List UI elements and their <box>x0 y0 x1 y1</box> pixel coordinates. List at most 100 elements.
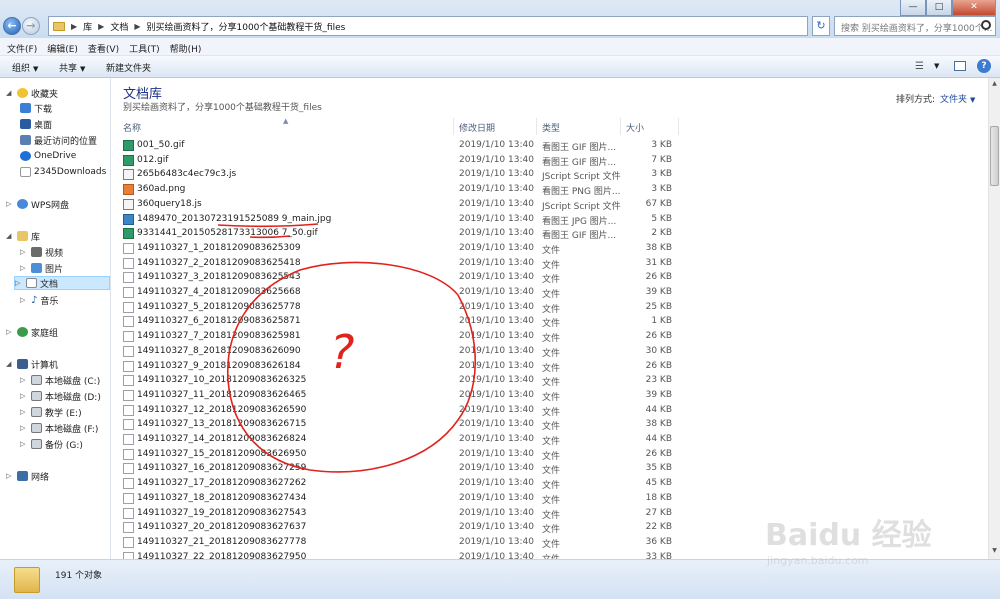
nav-downloads[interactable]: 下载 <box>20 101 52 115</box>
menu-file[interactable]: 文件(F) <box>4 38 44 55</box>
forward-button[interactable]: → <box>22 17 40 35</box>
file-row[interactable]: 149110327_9_20181209083626184 2019/1/10 1… <box>112 359 678 374</box>
nav-recent-places[interactable]: 最近访问的位置 <box>20 133 97 147</box>
expand-icon[interactable]: ▷ <box>15 279 23 287</box>
scroll-up-icon[interactable]: ▲ <box>990 80 999 90</box>
file-row[interactable]: 149110327_16_20181209083627259 2019/1/10 … <box>112 461 678 476</box>
nav-desktop[interactable]: 桌面 <box>20 117 52 131</box>
file-row[interactable]: 149110327_11_20181209083626465 2019/1/10 … <box>112 388 678 403</box>
search-input[interactable]: 搜索 别买绘画资料了，分享1000个... <box>834 16 996 36</box>
nav-drive-e[interactable]: ▷ 教学 (E:) <box>20 405 82 419</box>
scrollbar-thumb[interactable] <box>990 126 999 186</box>
menu-help[interactable]: 帮助(H) <box>167 38 209 55</box>
breadcrumb-current-folder[interactable]: 别买绘画资料了，分享1000个基础教程干货_files <box>147 20 346 33</box>
expand-icon[interactable]: ▷ <box>20 392 28 400</box>
file-row[interactable]: 001_50.gif 2019/1/10 13:40 看图王 GIF 图片... 3 … <box>112 138 678 153</box>
close-button[interactable]: ✕ <box>952 0 996 16</box>
breadcrumb-separator-icon[interactable]: ▶ <box>71 22 77 31</box>
expand-icon[interactable]: ▷ <box>6 328 14 336</box>
view-options-icon[interactable]: ☰ <box>915 61 924 72</box>
minimize-button[interactable]: — <box>900 0 926 16</box>
breadcrumb-separator-icon[interactable]: ▶ <box>134 22 140 31</box>
collapse-icon[interactable]: ◢ <box>6 360 14 368</box>
nav-drive-c[interactable]: ▷ 本地磁盘 (C:) <box>20 373 100 387</box>
address-bar[interactable]: ▶ 库 ▶ 文档 ▶ 别买绘画资料了，分享1000个基础教程干货_files <box>48 16 808 36</box>
chevron-down-icon[interactable]: ▼ <box>934 62 939 70</box>
file-row[interactable]: 265b6483c4ec79c3.js 2019/1/10 13:40 JScrip… <box>112 167 678 182</box>
vertical-scrollbar[interactable]: ▲ ▼ <box>988 78 1000 559</box>
column-divider[interactable] <box>536 118 537 135</box>
file-row[interactable]: 149110327_10_20181209083626325 2019/1/10 … <box>112 373 678 388</box>
file-row[interactable]: 149110327_4_20181209083625668 2019/1/10 1… <box>112 285 678 300</box>
nav-drive-d[interactable]: ▷ 本地磁盘 (D:) <box>20 389 101 403</box>
expand-icon[interactable]: ▷ <box>20 440 28 448</box>
file-row[interactable]: 149110327_1_20181209083625309 2019/1/10 1… <box>112 241 678 256</box>
file-row[interactable]: 149110327_13_20181209083626715 2019/1/10 … <box>112 417 678 432</box>
file-row[interactable]: 149110327_12_20181209083626590 2019/1/10 … <box>112 403 678 418</box>
nav-drive-g[interactable]: ▷ 备份 (G:) <box>20 437 83 451</box>
menu-tools[interactable]: 工具(T) <box>126 38 167 55</box>
column-divider[interactable] <box>620 118 621 135</box>
file-row[interactable]: 149110327_22_20181209083627950 2019/1/10 … <box>112 550 678 559</box>
nav-onedrive[interactable]: OneDrive <box>20 149 76 163</box>
arrange-by-dropdown[interactable]: 文件夹 ▼ <box>940 92 975 105</box>
nav-videos[interactable]: ▷ 视频 <box>20 245 63 259</box>
column-divider[interactable] <box>453 118 454 135</box>
file-row[interactable]: 149110327_15_20181209083626950 2019/1/10 … <box>112 447 678 462</box>
expand-icon[interactable]: ▷ <box>20 424 28 432</box>
nav-favorites[interactable]: ◢ 收藏夹 <box>6 86 58 100</box>
share-button[interactable]: 共享 ▼ <box>59 61 85 74</box>
maximize-button[interactable]: □ <box>926 0 952 16</box>
nav-wps-drive[interactable]: ▷ WPS网盘 <box>6 197 69 211</box>
menu-edit[interactable]: 编辑(E) <box>44 38 85 55</box>
column-header-type[interactable]: 类型 <box>542 121 560 134</box>
expand-icon[interactable]: ▷ <box>6 472 14 480</box>
file-row[interactable]: 149110327_2_20181209083625418 2019/1/10 1… <box>112 256 678 271</box>
refresh-button[interactable]: ↻ <box>812 16 830 36</box>
column-header-size[interactable]: 大小 <box>626 121 644 134</box>
back-button[interactable]: ← <box>3 17 21 35</box>
nav-2345downloads[interactable]: 2345Downloads <box>20 165 106 179</box>
expand-icon[interactable]: ▷ <box>20 248 28 256</box>
breadcrumb-separator-icon[interactable]: ▶ <box>98 22 104 31</box>
file-row[interactable]: 149110327_6_20181209083625871 2019/1/10 1… <box>112 314 678 329</box>
file-row[interactable]: 149110327_21_20181209083627778 2019/1/10 … <box>112 535 678 550</box>
expand-icon[interactable]: ▷ <box>20 264 28 272</box>
breadcrumb-library[interactable]: 库 <box>83 20 92 33</box>
column-header-date[interactable]: 修改日期 <box>459 121 495 134</box>
file-row[interactable]: 149110327_3_20181209083625543 2019/1/10 1… <box>112 270 678 285</box>
preview-pane-icon[interactable] <box>954 61 966 71</box>
search-icon[interactable] <box>981 20 991 30</box>
file-row[interactable]: 360ad.png 2019/1/10 13:40 看图王 PNG 图片... 3 K… <box>112 182 678 197</box>
expand-icon[interactable]: ▷ <box>6 200 14 208</box>
new-folder-button[interactable]: 新建文件夹 <box>106 61 151 74</box>
nav-homegroup[interactable]: ▷ 家庭组 <box>6 325 58 339</box>
organize-button[interactable]: 组织 ▼ <box>12 61 38 74</box>
nav-drive-f[interactable]: ▷ 本地磁盘 (F:) <box>20 421 98 435</box>
nav-music[interactable]: ▷ ♪ 音乐 <box>20 293 58 307</box>
file-row[interactable]: 149110327_8_20181209083626090 2019/1/10 1… <box>112 344 678 359</box>
expand-icon[interactable]: ▷ <box>20 296 28 304</box>
file-row[interactable]: 149110327_7_20181209083625981 2019/1/10 1… <box>112 329 678 344</box>
file-row[interactable]: 1489470_20130723191525089 9_main.jpg 2019… <box>112 212 678 227</box>
expand-icon[interactable]: ▷ <box>20 376 28 384</box>
column-header-name[interactable]: 名称 <box>123 121 141 134</box>
file-row[interactable]: 149110327_19_20181209083627543 2019/1/10 … <box>112 506 678 521</box>
file-row[interactable]: 9331441_20150528173313006 7_50.gif 2019/1… <box>112 226 678 241</box>
nav-computer[interactable]: ◢ 计算机 <box>6 357 58 371</box>
expand-icon[interactable]: ▷ <box>20 408 28 416</box>
collapse-icon[interactable]: ◢ <box>6 232 14 240</box>
nav-network[interactable]: ▷ 网络 <box>6 469 49 483</box>
file-row[interactable]: 149110327_18_20181209083627434 2019/1/10 … <box>112 491 678 506</box>
nav-documents[interactable]: ▷ 文档 <box>14 276 110 290</box>
menu-view[interactable]: 查看(V) <box>85 38 126 55</box>
help-icon[interactable]: ? <box>977 59 991 73</box>
file-row[interactable]: 360query18.js 2019/1/10 13:40 JScript Scri… <box>112 197 678 212</box>
file-row[interactable]: 149110327_17_20181209083627262 2019/1/10 … <box>112 476 678 491</box>
nav-pictures[interactable]: ▷ 图片 <box>20 261 63 275</box>
nav-libraries[interactable]: ◢ 库 <box>6 229 40 243</box>
column-divider[interactable] <box>678 118 679 135</box>
file-row[interactable]: 149110327_5_20181209083625778 2019/1/10 1… <box>112 300 678 315</box>
file-row[interactable]: 149110327_14_20181209083626824 2019/1/10 … <box>112 432 678 447</box>
breadcrumb-documents[interactable]: 文档 <box>110 20 128 33</box>
